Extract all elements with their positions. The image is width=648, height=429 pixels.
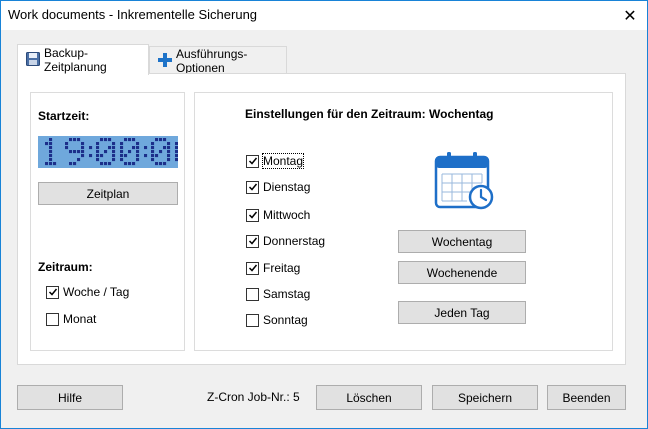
lcd-digits: [45, 138, 195, 166]
weekday-checkbox[interactable]: Mittwoch: [246, 207, 310, 223]
checkbox-label: Samstag: [263, 287, 311, 301]
checkbox-label: Mittwoch: [263, 208, 311, 222]
checkbox-label: Freitag: [263, 261, 301, 275]
tab-label: Ausführungs-Optionen: [176, 47, 248, 75]
schedule-button[interactable]: Zeitplan: [38, 182, 178, 205]
close-icon: ✕: [623, 7, 637, 25]
every-day-button[interactable]: Jeden Tag: [398, 301, 526, 324]
period-month-checkbox[interactable]: Monat: [46, 311, 96, 327]
calendar-clock-icon: [433, 151, 495, 214]
start-time-label: Startzeit:: [38, 109, 90, 123]
checkbox-label: Donnerstag: [263, 234, 326, 248]
plus-icon: [158, 52, 172, 70]
lcd-colon: [89, 146, 93, 158]
checkbox-box[interactable]: [246, 313, 259, 327]
checkbox-label: Sonntag: [263, 313, 308, 327]
period-week-day-checkbox[interactable]: Woche / Tag: [46, 284, 129, 300]
checkbox-label: Monat: [63, 312, 97, 326]
delete-button[interactable]: Löschen: [316, 385, 422, 410]
lcd-digit: [45, 138, 57, 166]
exit-button[interactable]: Beenden: [547, 385, 626, 410]
weekend-button[interactable]: Wochenende: [398, 261, 526, 284]
lcd-digit: [96, 138, 116, 166]
check-icon: [248, 157, 257, 165]
checkbox-box[interactable]: [246, 261, 259, 275]
job-number-label: Z-Cron Job-Nr.: 5: [207, 390, 300, 404]
lcd-digit: [175, 138, 195, 166]
weekday-checkbox[interactable]: Freitag: [246, 260, 300, 276]
tab-label: Backup-Zeitplanung: [44, 46, 107, 74]
checkbox-box[interactable]: [246, 234, 259, 248]
start-time-display[interactable]: [38, 136, 195, 168]
period-label: Zeitraum:: [38, 260, 93, 274]
checkbox-box[interactable]: [246, 180, 259, 194]
check-icon: [248, 211, 257, 219]
checkbox-box[interactable]: [46, 312, 59, 326]
weekday-checkbox[interactable]: Montag: [246, 153, 305, 169]
tab-backup-zeitplanung[interactable]: Backup-Zeitplanung: [17, 44, 149, 75]
weekday-checkbox[interactable]: Dienstag: [246, 179, 310, 195]
floppy-disk-icon: [26, 51, 40, 69]
tab-ausfuehrungs-optionen[interactable]: Ausführungs-Optionen: [149, 46, 287, 75]
close-button[interactable]: ✕: [613, 1, 647, 30]
checkbox-label: Montag: [261, 153, 305, 169]
weekday-checkbox[interactable]: Sonntag: [246, 312, 308, 328]
lcd-digit: [151, 138, 171, 166]
weekday-checkbox[interactable]: Donnerstag: [246, 233, 325, 249]
check-icon: [248, 264, 257, 272]
check-icon: [248, 183, 257, 191]
save-button[interactable]: Speichern: [432, 385, 538, 410]
check-icon: [248, 237, 257, 245]
checkbox-box[interactable]: [246, 154, 259, 168]
checkbox-box[interactable]: [46, 285, 59, 299]
help-button[interactable]: Hilfe: [17, 385, 123, 410]
check-icon: [48, 288, 57, 296]
title-bar: Work documents - Inkrementelle Sicherung…: [1, 1, 647, 30]
checkbox-label: Woche / Tag: [63, 285, 130, 299]
checkbox-box[interactable]: [246, 208, 259, 222]
lcd-colon: [144, 146, 148, 158]
lcd-digit: [65, 138, 85, 166]
weekday-checkbox[interactable]: Samstag: [246, 286, 310, 302]
period-settings-heading: Einstellungen für den Zeitraum: Wochenta…: [245, 107, 494, 121]
weekday-button[interactable]: Wochentag: [398, 230, 526, 253]
window-title: Work documents - Inkrementelle Sicherung: [8, 7, 258, 22]
checkbox-label: Dienstag: [263, 180, 311, 194]
checkbox-box[interactable]: [246, 287, 259, 301]
lcd-digit: [120, 138, 140, 166]
app-window: Work documents - Inkrementelle Sicherung…: [0, 0, 648, 429]
